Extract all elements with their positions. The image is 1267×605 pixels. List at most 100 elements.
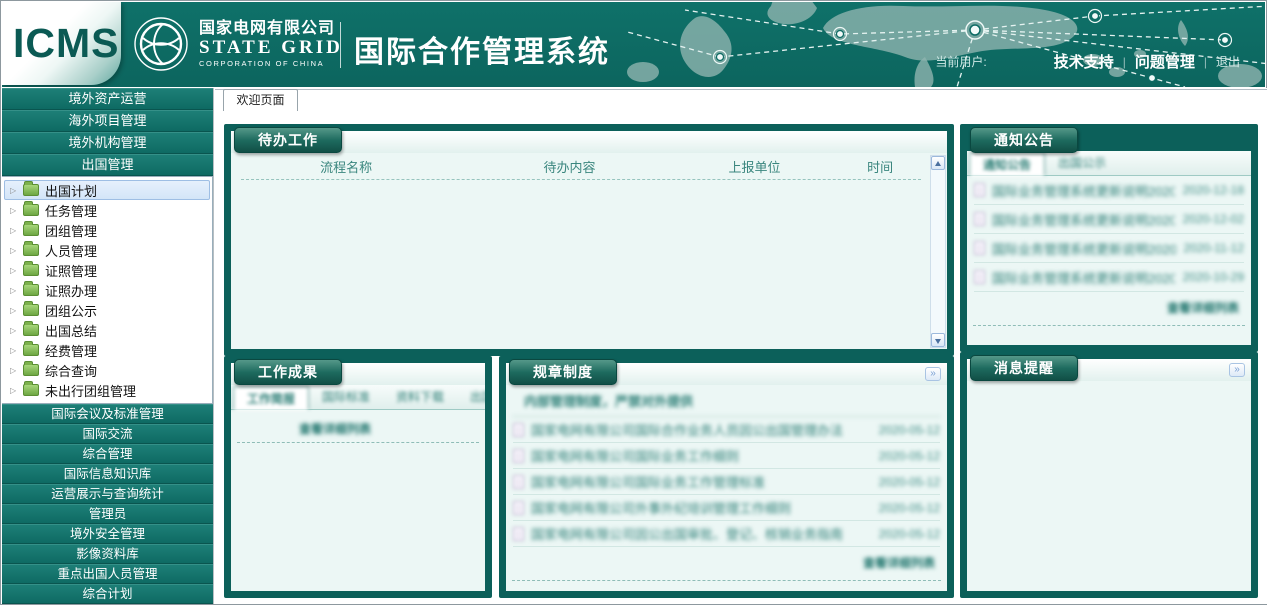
document-icon: [974, 212, 985, 226]
folder-icon: [23, 244, 39, 256]
rules-list-item[interactable]: 国家电网有限公司国际业务工作管理标准 2020-05-12: [513, 469, 940, 495]
sidebar-group-overseas-security[interactable]: 境外安全管理: [2, 524, 213, 544]
scroll-down-icon[interactable]: [931, 333, 945, 347]
expand-panel-icon[interactable]: »: [1229, 363, 1245, 377]
link-separator: |: [1123, 55, 1126, 69]
tree-item-personnel-management[interactable]: ▷ 人员管理: [4, 240, 210, 260]
subtab-downloads[interactable]: 资料下载: [383, 385, 457, 409]
todo-panel-body: 流程名称 待办内容 上报单位 时间: [231, 131, 947, 349]
tree-expand-icon[interactable]: ▷: [10, 386, 23, 395]
rules-more-link[interactable]: 查看详细列表: [863, 556, 935, 570]
system-title: 国际合作管理系统: [354, 27, 610, 71]
brand-block: 国家电网有限公司 STATE GRID CORPORATION OF CHINA: [132, 15, 343, 73]
rules-panel-body: » 内部管理制度，严禁对外提供 国家电网有限公司国际合作业务人员因公出国管理办法…: [506, 363, 947, 591]
tree-expand-icon[interactable]: ▷: [10, 306, 23, 315]
sidebar-group-intl-exchange[interactable]: 国际交流: [2, 424, 213, 444]
sidebar-group-overseas-orgs[interactable]: 境外机构管理: [2, 132, 213, 154]
sidebar-group-operation-display[interactable]: 运营展示与查询统计: [2, 484, 213, 504]
tech-support-link[interactable]: 技术支持: [1054, 51, 1114, 72]
rules-more-row: 查看详细列表: [506, 547, 947, 576]
sidebar-group-intl-knowledge-base[interactable]: 国际信息知识库: [2, 464, 213, 484]
notice-list-item[interactable]: 国际业务管理系统更新说明20201112 2020-11-12: [974, 234, 1244, 263]
tab-welcome-page[interactable]: 欢迎页面: [223, 89, 298, 111]
sidebar-tree: ▷ 出国计划 ▷ 任务管理 ▷ 团组管理 ▷ 人员管理 ▷: [2, 176, 213, 404]
tree-item-abroad-summary[interactable]: ▷ 出国总结: [4, 320, 210, 340]
tree-expand-icon[interactable]: ▷: [10, 246, 23, 255]
document-icon: [513, 501, 524, 515]
tree-item-group-publicity[interactable]: ▷ 团组公示: [4, 300, 210, 320]
folder-icon: [23, 224, 39, 236]
tree-expand-icon[interactable]: ▷: [10, 206, 23, 215]
tree-expand-icon[interactable]: ▷: [10, 286, 23, 295]
rules-list-item[interactable]: 国家电网有限公司外事外纪培训管理工作细则 2020-05-12: [513, 495, 940, 521]
sidebar-group-media-library[interactable]: 影像资料库: [2, 544, 213, 564]
todo-col-time: 时间: [831, 157, 929, 177]
sidebar-group-key-personnel[interactable]: 重点出国人员管理: [2, 564, 213, 584]
sidebar-group-abroad-management[interactable]: 出国管理: [2, 154, 213, 176]
notice-list-item[interactable]: 国际业务管理系统更新说明20201202 2020-12-02: [974, 205, 1244, 234]
subtab-notice[interactable]: 通知公告: [969, 152, 1045, 176]
logout-link[interactable]: 退出: [1216, 53, 1240, 70]
tree-expand-icon[interactable]: ▷: [10, 366, 23, 375]
notice-list-item[interactable]: 国际业务管理系统更新说明20201029 2020-10-29: [974, 263, 1244, 292]
sidebar-group-comprehensive-plan[interactable]: 综合计划: [2, 584, 213, 604]
sidebar-group-overseas-projects[interactable]: 海外项目管理: [2, 110, 213, 132]
tree-item-certificate-management[interactable]: ▷ 证照管理: [4, 260, 210, 280]
results-more-link[interactable]: 查看详细列表: [299, 422, 371, 436]
results-more-row: 查看详细列表: [231, 410, 485, 438]
results-subtabs: 工作简报 国际标准 资料下载 出国成果: [231, 385, 485, 410]
sidebar-group-administrator[interactable]: 管理员: [2, 504, 213, 524]
tree-item-certificate-handling[interactable]: ▷ 证照办理: [4, 280, 210, 300]
company-name-sub: CORPORATION OF CHINA: [199, 59, 343, 68]
expand-panel-icon[interactable]: »: [925, 367, 941, 381]
results-panel: 工作成果 工作简报 国际标准 资料下载 出国成果 查看详细列表: [224, 356, 492, 598]
tree-item-group-management[interactable]: ▷ 团组管理: [4, 220, 210, 240]
sidebar-group-comprehensive-mgmt[interactable]: 综合管理: [2, 444, 213, 464]
world-map-graphic: [625, 2, 1265, 87]
subtab-abroad-publicity[interactable]: 出国公示: [1045, 151, 1119, 175]
tree-item-abroad-plan[interactable]: ▷ 出国计划: [4, 180, 210, 200]
tree-expand-icon[interactable]: ▷: [10, 266, 23, 275]
notice-list-item[interactable]: 国际业务管理系统更新说明20201218 2020-12-18: [974, 176, 1244, 205]
rules-list-item[interactable]: 国家电网有限公司因公出国审批、登记、核销业务指南 2020-05-12: [513, 521, 940, 547]
folder-icon: [23, 344, 39, 356]
todo-scrollbar[interactable]: [930, 155, 946, 348]
issue-management-link[interactable]: 问题管理: [1135, 51, 1195, 72]
sidebar-group-intl-meetings[interactable]: 国际会议及标准管理: [2, 404, 213, 424]
rules-panel: 规章制度 » 内部管理制度，严禁对外提供 国家电网有限公司国际合作业务人员因公出…: [499, 356, 954, 598]
rules-list-item[interactable]: 国家电网有限公司国际业务工作细则 2020-05-12: [513, 443, 940, 469]
document-icon: [974, 241, 985, 255]
todo-header-divider: [241, 179, 921, 180]
tree-expand-icon[interactable]: ▷: [10, 346, 23, 355]
tree-item-untraveled-groups[interactable]: ▷ 未出行团组管理: [4, 380, 210, 400]
tree-expand-icon[interactable]: ▷: [10, 326, 23, 335]
todo-col-report-unit: 上报单位: [678, 157, 832, 177]
todo-table-header: 流程名称 待办内容 上报单位 时间: [231, 153, 929, 177]
folder-icon: [23, 264, 39, 276]
subtab-work-briefing[interactable]: 工作简报: [233, 386, 309, 410]
tree-expand-icon[interactable]: ▷: [10, 186, 23, 195]
folder-icon: [23, 384, 39, 396]
company-name-block: 国家电网有限公司 STATE GRID CORPORATION OF CHINA: [199, 20, 343, 68]
main-content: 欢迎页面 待办工作 流程名称 待办内容 上报单位 时间 通知公: [215, 88, 1267, 604]
rules-list-item[interactable]: 国家电网有限公司国际合作业务人员因公出国管理办法 2020-05-12: [513, 417, 940, 443]
results-panel-body: 工作简报 国际标准 资料下载 出国成果 查看详细列表: [231, 363, 485, 591]
todo-panel-title: 待办工作: [234, 127, 342, 153]
scroll-up-icon[interactable]: [931, 156, 945, 170]
tree-item-funds-management[interactable]: ▷ 经费管理: [4, 340, 210, 360]
notice-more-link[interactable]: 查看详细列表: [1167, 301, 1239, 315]
tree-expand-icon[interactable]: ▷: [10, 226, 23, 235]
tree-item-task-management[interactable]: ▷ 任务管理: [4, 200, 210, 220]
tree-item-label: 任务管理: [45, 201, 97, 220]
link-separator: |: [1204, 55, 1207, 69]
notice-more-row: 查看详细列表: [967, 292, 1251, 321]
results-bottom-divider: [237, 442, 479, 443]
subtab-abroad-results[interactable]: 出国成果: [457, 385, 485, 409]
tree-item-comprehensive-query[interactable]: ▷ 综合查询: [4, 360, 210, 380]
todo-col-content: 待办内容: [461, 157, 677, 177]
folder-icon: [23, 364, 39, 376]
company-name-cn: 国家电网有限公司: [199, 20, 343, 38]
subtab-intl-standards[interactable]: 国际标准: [309, 385, 383, 409]
sidebar-group-overseas-assets[interactable]: 境外资产运营: [2, 88, 213, 110]
todo-col-process-name: 流程名称: [231, 157, 461, 177]
